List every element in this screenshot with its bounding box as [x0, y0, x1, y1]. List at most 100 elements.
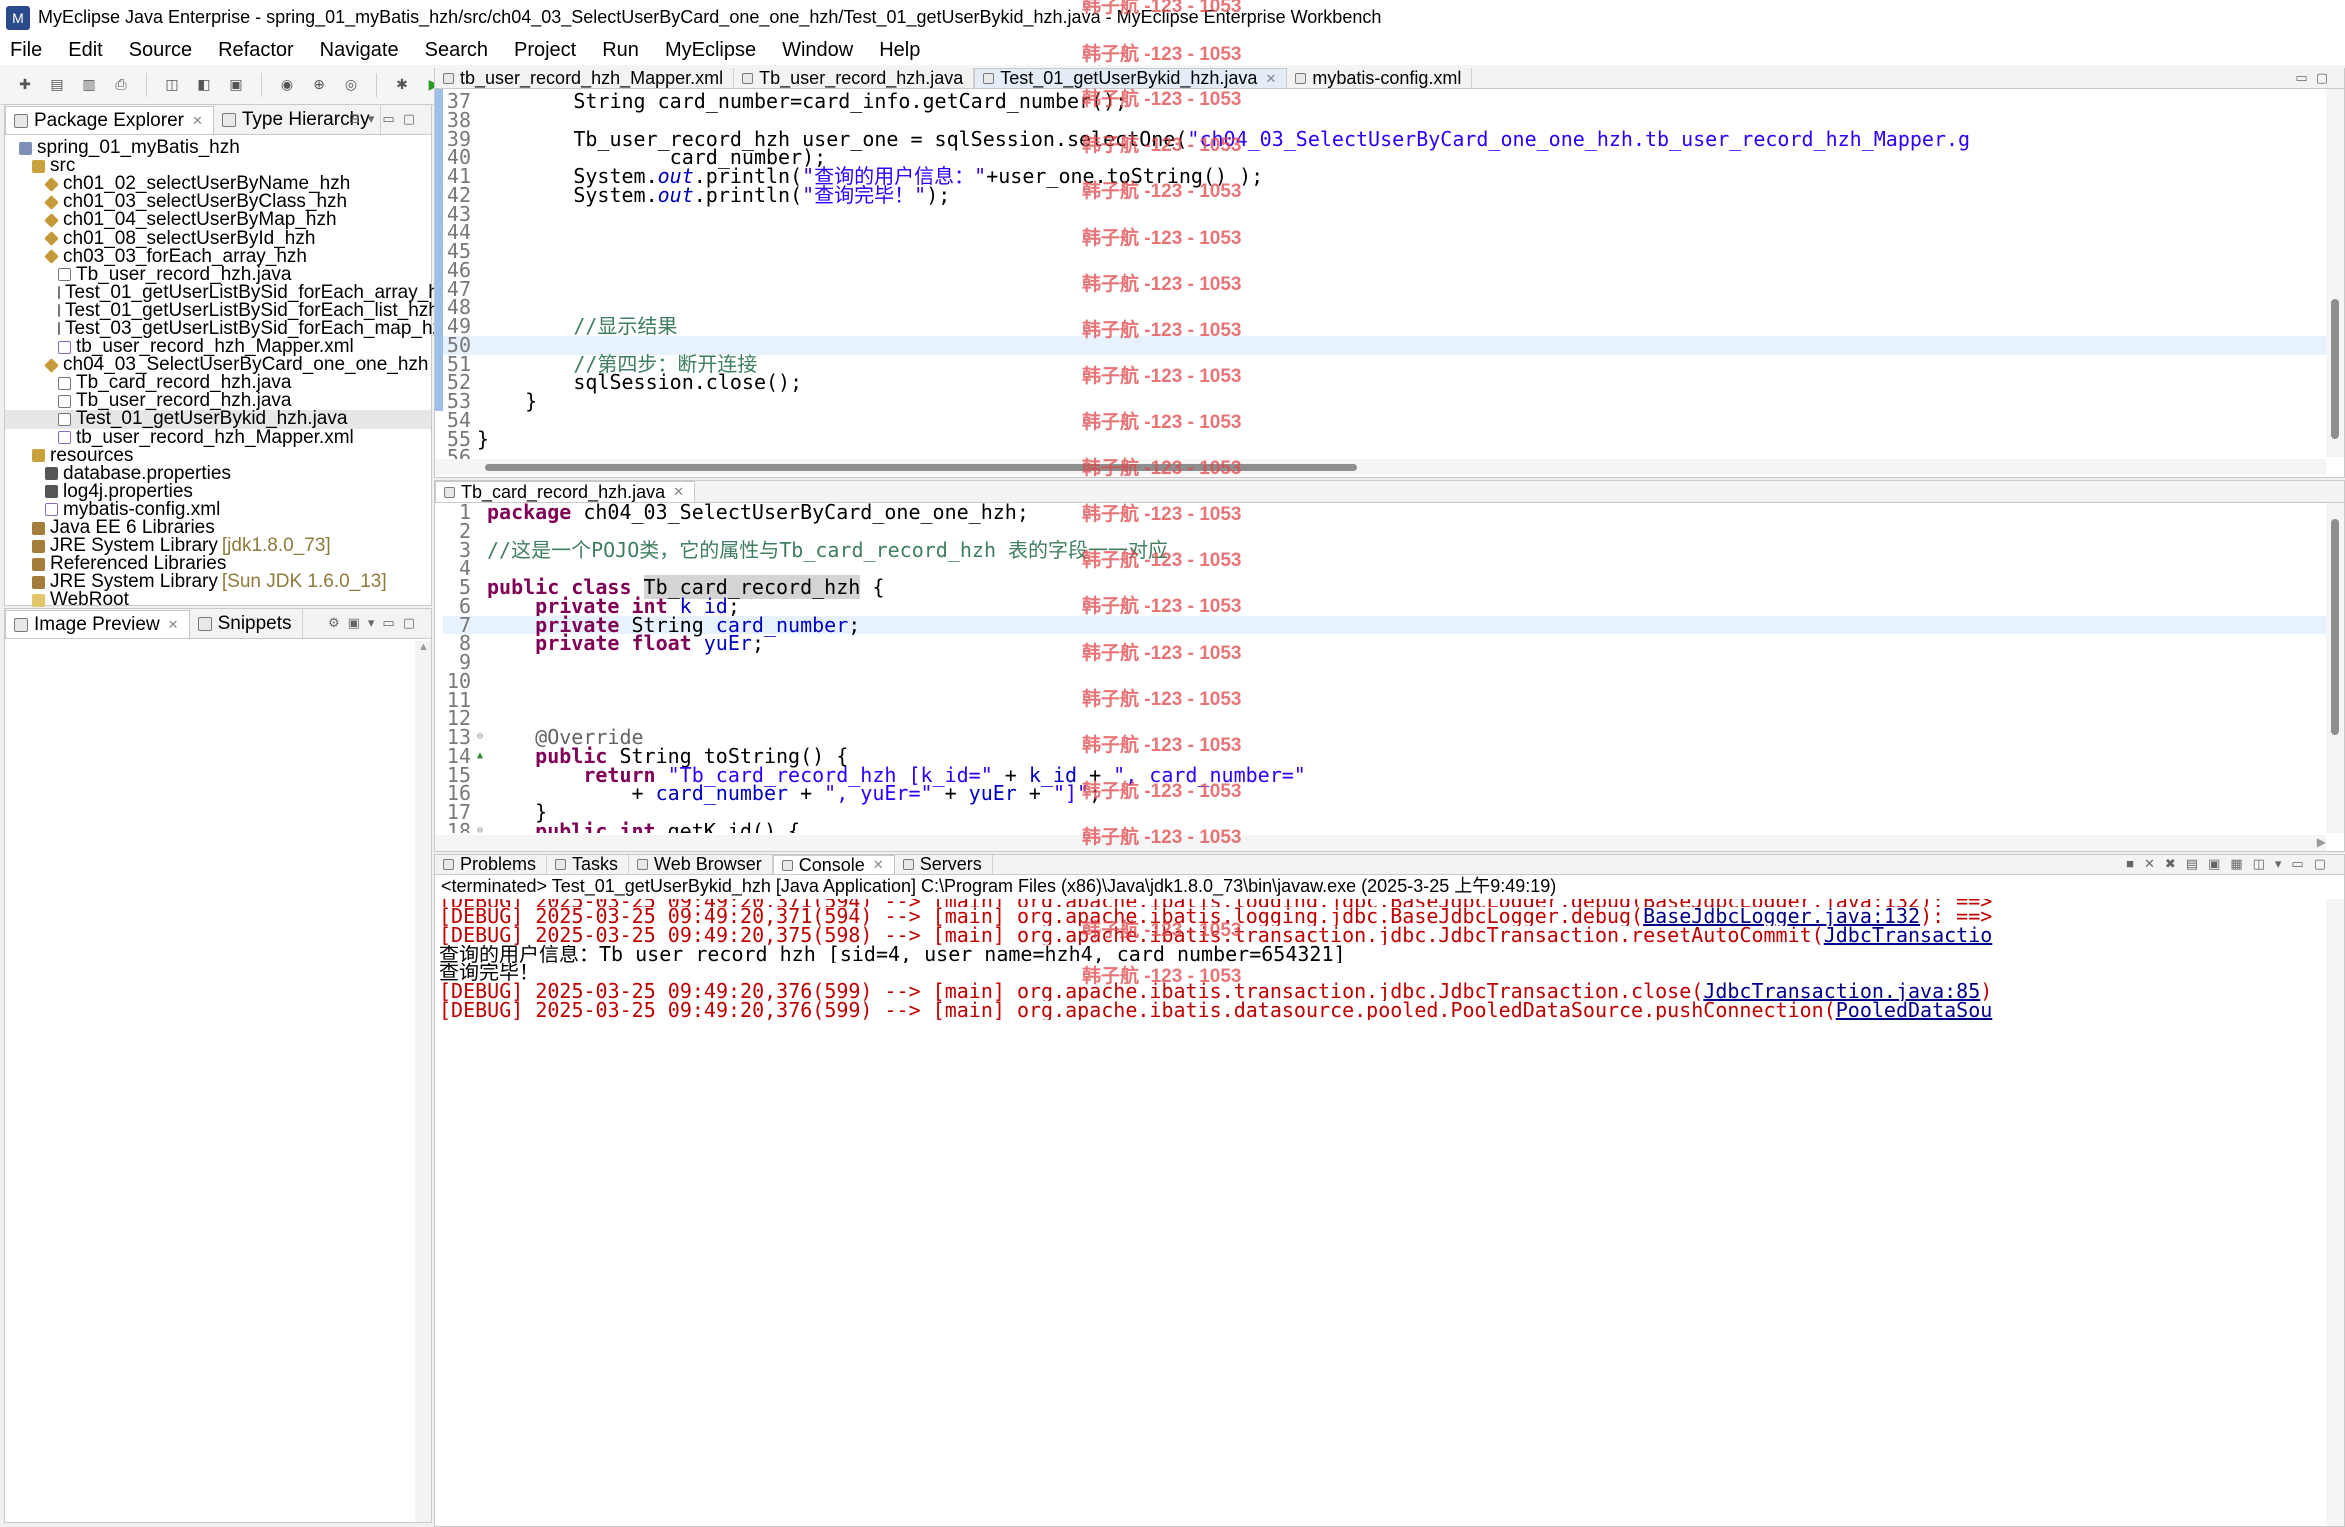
tab-user-record-java[interactable]: Tb_user_record_hzh.java: [734, 68, 975, 88]
tab-snippets[interactable]: Snippets: [190, 610, 303, 638]
java-file-icon: [58, 304, 60, 318]
print-icon[interactable]: ⎙: [110, 75, 132, 95]
close-icon[interactable]: ✕: [192, 113, 203, 129]
menu-source[interactable]: Source: [129, 39, 192, 62]
code-token: System.: [477, 182, 658, 207]
tab-console[interactable]: Console ✕: [772, 855, 895, 875]
view-menu-icon[interactable]: ⚙▣▾▭▢: [328, 615, 423, 631]
console-vscroll[interactable]: [2326, 899, 2344, 1526]
tab-servers[interactable]: Servers: [895, 854, 993, 874]
tab-package-explorer[interactable]: Package Explorer ✕: [5, 106, 214, 134]
code-token: //显示结果: [477, 314, 678, 338]
gutter: [477, 653, 487, 672]
tree-item[interactable]: ch01_08_selectUserById_hzh: [5, 229, 431, 248]
menu-search[interactable]: Search: [425, 39, 488, 62]
scroll-thumb[interactable]: [2331, 519, 2339, 735]
menu-project[interactable]: Project: [514, 39, 576, 62]
view-menu-icon[interactable]: ▭▢: [2295, 70, 2336, 86]
code-line: 52 sqlSession.close();: [443, 372, 2326, 392]
scroll-thumb[interactable]: [485, 464, 1357, 471]
code-token: ", card_number=": [1113, 762, 1306, 787]
menu-run[interactable]: Run: [602, 39, 639, 62]
tree-item[interactable]: ch03_03_forEach_array_hzh: [5, 247, 431, 266]
server-icon[interactable]: ▣: [225, 75, 247, 95]
new-icon[interactable]: ✚: [14, 75, 36, 95]
close-icon[interactable]: ✕: [168, 617, 179, 633]
fold-marker-icon[interactable]: ▲: [477, 747, 487, 766]
code-token: +user_one.toString() );: [986, 164, 1264, 188]
console-link: BaseJdbcLogger.java:132: [1643, 907, 1921, 926]
menu-window[interactable]: Window: [782, 39, 853, 62]
code-token: {: [860, 575, 885, 599]
package-icon: [44, 213, 59, 228]
tab-card-record-java[interactable]: Tb_card_record_hzh.java ✕: [435, 481, 696, 502]
deploy-icon[interactable]: ◧: [193, 75, 215, 95]
scroll-right-icon[interactable]: ▶: [2317, 835, 2326, 849]
browser-icon[interactable]: ◎: [340, 75, 362, 95]
save-icon[interactable]: ▤: [46, 75, 68, 95]
bottom-editor-vscroll[interactable]: [2326, 503, 2344, 833]
scroll-thumb[interactable]: [2331, 299, 2339, 439]
tree-item-label: WebRoot: [50, 589, 129, 611]
fold-marker-icon[interactable]: ⊖: [477, 728, 487, 747]
code-token: card_number: [655, 781, 789, 806]
tree-item-suffix: [Sun JDK 1.6.0_13]: [221, 571, 387, 593]
tree-item[interactable]: WebRoot: [5, 589, 431, 611]
code-token: out: [657, 182, 694, 207]
console-icon: [781, 859, 793, 871]
properties-file-icon: [45, 485, 58, 499]
save-all-icon[interactable]: ▥: [78, 75, 100, 95]
database-icon[interactable]: ◉: [276, 75, 298, 95]
menu-edit[interactable]: Edit: [68, 39, 102, 62]
tab-test-getuserbykid-java[interactable]: Test_01_getUserBykid_hzh.java ✕: [974, 68, 1288, 88]
package-explorer-icon: [14, 113, 28, 128]
view-menu-icon[interactable]: ⊟▾▭▢: [349, 111, 423, 127]
tab-mybatis-config-xml[interactable]: mybatis-config.xml: [1287, 68, 1473, 88]
package-icon: [44, 194, 59, 210]
code-token: +: [1016, 781, 1053, 806]
tree-item[interactable]: tb_user_record_hzh_Mapper.xml: [5, 426, 431, 448]
tree-item[interactable]: Test_01_getUserBykid_hzh.java: [5, 409, 431, 429]
top-code-area[interactable]: 37 String card_number=card_info.getCard_…: [443, 91, 2326, 467]
menu-bar: File Edit Source Refactor Navigate Searc…: [0, 35, 2345, 65]
java-file-icon: [58, 286, 60, 300]
tab-tasks[interactable]: Tasks: [547, 854, 630, 874]
tab-problems[interactable]: Problems: [435, 854, 548, 874]
bottom-code-area[interactable]: 1 package ch04_03_SelectUserByCard_one_on…: [443, 503, 2326, 833]
menu-navigate[interactable]: Navigate: [320, 39, 399, 62]
fold-marker-icon[interactable]: ⊖: [477, 822, 487, 833]
menu-myeclipse[interactable]: MyEclipse: [665, 39, 756, 62]
debug-icon[interactable]: ✱: [391, 75, 413, 95]
scroll-up-icon[interactable]: ▲: [418, 641, 429, 653]
code-line: 44: [443, 222, 2326, 242]
console-output[interactable]: [DEBUG] 2025-03-25 09:49:20,371(594) -->…: [439, 899, 2324, 1527]
close-icon[interactable]: ✕: [1265, 71, 1276, 87]
tree-item[interactable]: resources: [5, 446, 431, 465]
console-link: JdbcTransactio: [1823, 925, 1993, 945]
new-web-project-icon[interactable]: ◫: [161, 75, 183, 95]
xml-file-icon: [58, 340, 71, 354]
bottom-editor-hscroll[interactable]: ▶: [435, 835, 2326, 851]
tab-mapper-xml[interactable]: tb_user_record_hzh_Mapper.xml: [435, 68, 735, 88]
gutter: [477, 691, 487, 710]
top-editor-hscroll[interactable]: [435, 459, 2326, 475]
code-line: 55}: [443, 429, 2326, 449]
package-explorer-tabs: Package Explorer ✕ Type Hierarchy ⊟▾▭▢: [5, 105, 431, 135]
image-preview-scrollbar[interactable]: ▲: [415, 641, 431, 1522]
open-type-icon[interactable]: ⊕: [308, 75, 330, 95]
menu-help[interactable]: Help: [879, 39, 920, 62]
top-editor-view: tb_user_record_hzh_Mapper.xml Tb_user_re…: [434, 68, 2345, 478]
top-editor-vscroll[interactable]: [2326, 89, 2344, 457]
tab-image-preview[interactable]: Image Preview ✕: [5, 610, 190, 638]
console-line: [DEBUG] 2025-03-25 09:49:20,375(598) -->…: [439, 926, 2324, 945]
menu-file[interactable]: File: [10, 39, 42, 62]
gutter: [477, 803, 487, 822]
tree-item-label: tb_user_record_hzh_Mapper.xml: [76, 426, 354, 448]
code-text: + card_number + ", yuEr=" + yuEr + "]";: [487, 781, 1102, 806]
close-icon[interactable]: ✕: [673, 484, 684, 500]
tab-web-browser[interactable]: Web Browser: [629, 854, 773, 874]
console-toolbar[interactable]: ■✕✖▤▣▦◫▾▭▢: [2126, 856, 2336, 872]
menu-refactor[interactable]: Refactor: [218, 39, 294, 62]
tree-item[interactable]: ch01_04_selectUserByMap_hzh: [5, 210, 431, 229]
close-icon[interactable]: ✕: [873, 857, 884, 873]
